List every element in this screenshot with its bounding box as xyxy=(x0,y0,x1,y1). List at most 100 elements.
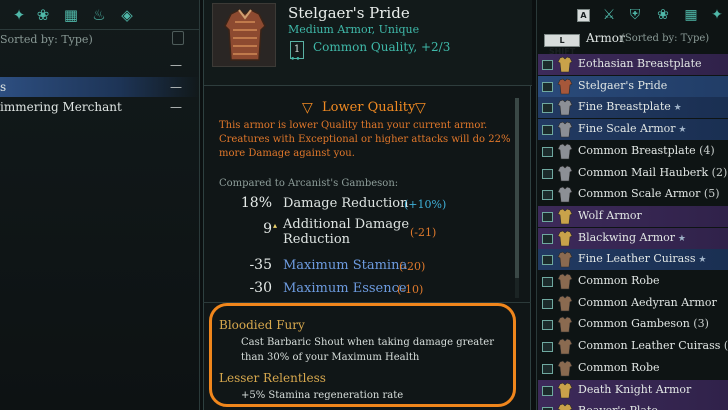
inventory-item[interactable]: Stelgaer's Pride xyxy=(538,76,728,97)
left-list-item[interactable]: — xyxy=(0,55,200,75)
inventory-item-label: Reaver's Plate xyxy=(578,404,658,410)
compare-tag-icon xyxy=(542,234,553,244)
inventory-item-name: Blackwing Armor xyxy=(578,231,676,244)
left-list-item-label: immering Merchant xyxy=(0,100,122,114)
inventory-item-label: Fine Scale Armor ★ xyxy=(578,122,686,135)
inventory-item-count: (4) xyxy=(699,144,715,157)
stat-label-line2: Reduction xyxy=(283,232,351,247)
lower-quality-description: This armor is lower Quality than your cu… xyxy=(219,120,511,159)
stat-value: 18% xyxy=(240,195,272,211)
stat-label: Damage Reduction xyxy=(283,196,409,211)
inventory-item[interactable]: Common Mail Hauberk (2) xyxy=(538,163,728,184)
inventory-item[interactable]: Common Aedyran Armor xyxy=(538,293,728,314)
book-icon[interactable]: ▦ xyxy=(682,6,700,24)
inventory-item-name: Fine Leather Cuirass xyxy=(578,252,696,265)
inventory-item[interactable]: Death Knight Armor xyxy=(538,380,728,401)
stat-label: Additional Damage xyxy=(283,217,410,232)
book-icon[interactable]: ▦ xyxy=(62,6,80,24)
left-list-item[interactable]: s — xyxy=(0,77,200,97)
warning-triangle-icon: ▽ xyxy=(302,100,313,116)
armor-icon xyxy=(557,165,573,182)
armor-icon xyxy=(557,295,573,312)
inventory-item-name: Stelgaer's Pride xyxy=(578,79,668,92)
new-item-star-icon: ★ xyxy=(670,103,682,113)
stat-value: -35 xyxy=(249,257,272,273)
lamp-icon[interactable]: ♨ xyxy=(90,6,108,24)
new-item-star-icon: ★ xyxy=(675,125,687,135)
armor-icon xyxy=(557,403,573,410)
stat-delta: (-10) xyxy=(397,283,424,296)
inventory-item-label: Common Gambeson (3) xyxy=(578,317,709,330)
inventory-item-count: (3) xyxy=(723,339,728,352)
compare-tag-icon xyxy=(542,82,553,92)
inventory-item-name: Fine Scale Armor xyxy=(578,122,676,135)
inventory-item-name: Wolf Armor xyxy=(578,209,642,222)
inventory-item-label: Common Scale Armor (5) xyxy=(578,187,720,200)
armor-icon xyxy=(557,360,573,377)
inventory-item-name: Common Breastplate xyxy=(578,144,696,157)
cluster-icon[interactable]: ❀ xyxy=(654,6,672,24)
inventory-item-name: Fine Breastplate xyxy=(578,100,671,113)
inventory-item-name: Eothasian Breastplate xyxy=(578,57,702,70)
armor-icon xyxy=(557,186,573,203)
cluster-icon[interactable]: ❀ xyxy=(34,6,52,24)
inventory-item-name: Common Gambeson xyxy=(578,317,690,330)
inventory-item-count: (5) xyxy=(703,187,720,200)
compared-to-label: Compared to Arcanist's Gambeson: xyxy=(219,178,399,189)
left-trash-icon[interactable] xyxy=(172,31,184,45)
item-name: Stelgaer's Pride xyxy=(288,4,410,22)
inventory-item[interactable]: Common Gambeson (3) xyxy=(538,314,728,335)
inventory-item[interactable]: Common Robe xyxy=(538,271,728,292)
stat-label: Maximum Stamina xyxy=(283,258,408,273)
left-list-item-value: — xyxy=(170,100,182,114)
inventory-item[interactable]: Common Scale Armor (5) xyxy=(538,184,728,205)
compare-tag-icon xyxy=(542,364,553,374)
compare-tag-icon xyxy=(542,255,553,265)
inventory-item-label: Eothasian Breastplate xyxy=(578,57,702,70)
inventory-item[interactable]: Fine Leather Cuirass ★ xyxy=(538,249,728,270)
stat-value: -30 xyxy=(249,280,272,296)
inventory-item-name: Common Robe xyxy=(578,274,660,287)
inventory-item[interactable]: Reaver's Plate xyxy=(538,401,728,410)
inventory-item[interactable]: Fine Scale Armor ★ xyxy=(538,119,728,140)
left-category-bar: ✦ ❀ ▦ ♨ ◈ xyxy=(0,0,199,30)
inventory-item-count: (3) xyxy=(693,317,709,330)
tooltip-scroll-thumb[interactable] xyxy=(515,98,519,278)
perk-description: Cast Barbaric Shout when taking damage g… xyxy=(241,337,494,348)
armor-icon xyxy=(557,208,573,225)
compare-tag-icon xyxy=(542,169,553,179)
stat-delta: (-20) xyxy=(399,260,426,273)
inventory-item[interactable]: Common Leather Cuirass (3) xyxy=(538,336,728,357)
compare-tag-icon xyxy=(542,299,553,309)
shield-icon[interactable]: ⛨ xyxy=(626,6,644,24)
inventory-item-name: Common Mail Hauberk xyxy=(578,166,709,179)
armor-icon xyxy=(557,316,573,333)
swords-icon[interactable]: ⚔ xyxy=(600,6,618,24)
lower-quality-title: Lower Quality xyxy=(322,100,416,115)
armor-icon xyxy=(557,273,573,290)
inventory-item-label: Fine Breastplate ★ xyxy=(578,100,682,113)
inventory-item[interactable]: Common Robe xyxy=(538,358,728,379)
stat-value: 9 xyxy=(263,221,272,237)
inventory-item[interactable]: Wolf Armor xyxy=(538,206,728,227)
bag-icon[interactable]: ✦ xyxy=(708,6,726,24)
left-list-item-value: — xyxy=(170,80,182,94)
gem-icon[interactable]: ◈ xyxy=(118,6,136,24)
compare-tag-icon xyxy=(542,342,553,352)
new-item-star-icon: ★ xyxy=(675,234,686,244)
bag-icon[interactable]: ✦ xyxy=(10,6,28,24)
inventory-item[interactable]: Blackwing Armor ★ xyxy=(538,228,728,249)
stat-delta: (+10%) xyxy=(404,198,447,211)
tooltip-header: Stelgaer's Pride Medium Armor, Unique 1 … xyxy=(204,0,532,86)
left-list-item-value: — xyxy=(170,58,182,72)
inventory-item-label: Common Aedyran Armor xyxy=(578,296,717,309)
left-sort-label: Sorted by: Type) xyxy=(0,33,93,46)
perk-description: +5% Stamina regeneration rate xyxy=(241,390,404,401)
inventory-item[interactable]: Fine Breastplate ★ xyxy=(538,97,728,118)
compare-tag-icon xyxy=(542,125,553,135)
perk-description-line2: than 30% of your Maximum Health xyxy=(241,352,420,363)
left-list-item[interactable]: immering Merchant — xyxy=(0,97,200,117)
inventory-item[interactable]: Eothasian Breastplate xyxy=(538,54,728,75)
key-hint-shift: L SHIFT xyxy=(544,34,580,56)
inventory-item[interactable]: Common Breastplate (4) xyxy=(538,141,728,162)
